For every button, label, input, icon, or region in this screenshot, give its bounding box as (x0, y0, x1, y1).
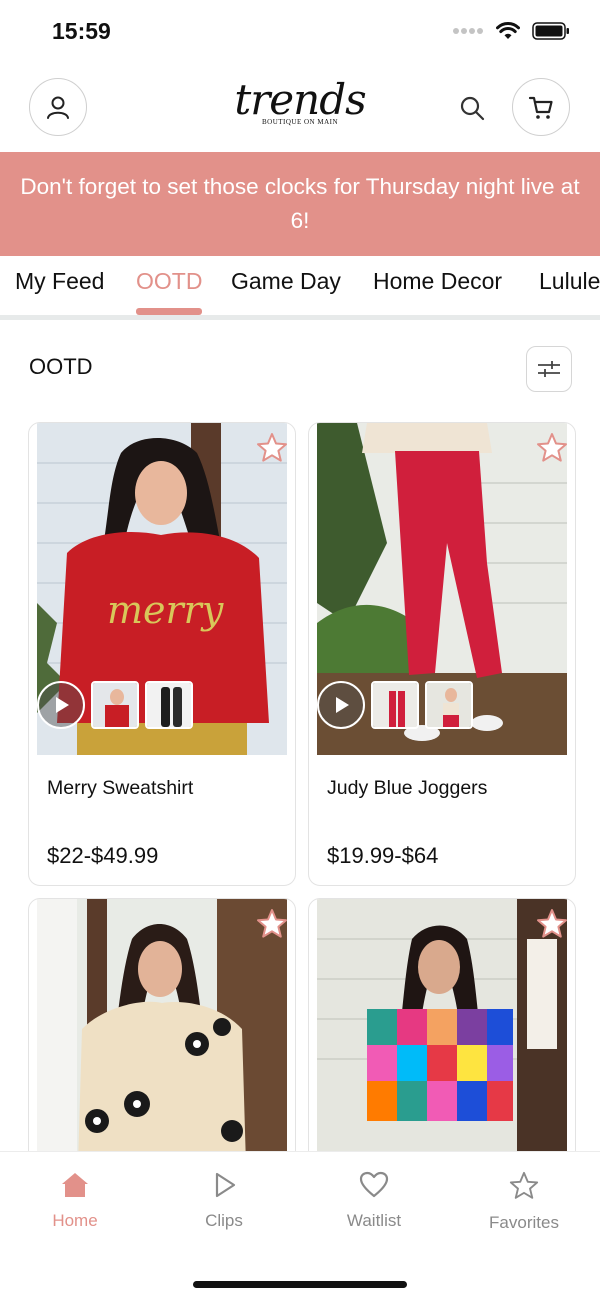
favorite-star-icon[interactable] (255, 907, 289, 941)
product-name: Judy Blue Joggers (327, 777, 488, 799)
brand-logo[interactable]: trends BOUTIQUE ON MAIN (230, 78, 370, 142)
thumbnail-image[interactable] (91, 681, 139, 729)
logo-wordmark: trends (234, 75, 366, 124)
tabbar-waitlist[interactable]: Waitlist (319, 1170, 429, 1231)
thumbnail-image[interactable] (145, 681, 193, 729)
thumbnail-image[interactable] (371, 681, 419, 729)
sliders-icon (538, 361, 560, 377)
status-time: 15:59 (52, 18, 111, 44)
tabbar-label: Clips (205, 1211, 243, 1230)
product-price: $22-$49.99 (47, 843, 159, 868)
tabbar-label: Home (52, 1211, 98, 1230)
tab-home-decor[interactable]: Home Decor (373, 268, 502, 295)
svg-text:merry: merry (107, 588, 224, 632)
filter-button[interactable] (526, 346, 572, 392)
tab-game-day[interactable]: Game Day (231, 268, 341, 295)
active-tab-indicator (136, 308, 202, 315)
announcement-banner: Don't forget to set those clocks for Thu… (0, 152, 600, 256)
tab-ootd[interactable]: OOTD (136, 268, 202, 295)
account-button[interactable] (29, 78, 87, 136)
cart-button[interactable] (512, 78, 570, 136)
wifi-icon (496, 22, 520, 39)
tabbar-favorites[interactable]: Favorites (469, 1170, 579, 1233)
thumbnail-image[interactable] (425, 681, 473, 729)
play-icon (56, 697, 69, 713)
play-icon (336, 697, 349, 713)
status-icons (452, 22, 570, 40)
search-icon (460, 96, 485, 121)
play-icon (215, 1172, 236, 1198)
user-icon (47, 96, 69, 119)
play-video-button[interactable] (37, 681, 85, 729)
tabbar-home[interactable]: Home (20, 1170, 130, 1231)
section-title: OOTD (29, 354, 93, 379)
tab-my-feed[interactable]: My Feed (15, 268, 104, 295)
category-tabs: My Feed OOTD Game Day Home Decor Lululem… (0, 256, 600, 320)
heart-icon (359, 1171, 389, 1198)
app-header: trends BOUTIQUE ON MAIN (0, 64, 600, 152)
media-thumbnails (317, 681, 473, 729)
product-card[interactable]: merry Merry Sweatshirt $22-$49.99 (28, 422, 296, 886)
product-price: $19.99-$64 (327, 843, 439, 868)
star-icon (509, 1171, 539, 1199)
home-indicator (193, 1281, 407, 1288)
battery-icon (532, 22, 569, 40)
favorite-star-icon[interactable] (255, 431, 289, 465)
play-video-button[interactable] (317, 681, 365, 729)
favorite-star-icon[interactable] (535, 431, 569, 465)
status-bar: 15:59 (0, 0, 600, 64)
product-card[interactable]: Judy Blue Joggers $19.99-$64 (308, 422, 576, 886)
cart-icon (528, 96, 553, 119)
product-name: Merry Sweatshirt (47, 777, 194, 799)
tabbar-label: Favorites (489, 1213, 559, 1232)
tab-lululemon[interactable]: Lululemon (539, 268, 600, 295)
search-button[interactable] (452, 88, 492, 128)
favorite-star-icon[interactable] (535, 907, 569, 941)
bottom-tab-bar: Home Clips Waitlist Favorites (0, 1151, 600, 1299)
home-icon (62, 1173, 88, 1197)
banner-text: Don't forget to set those clocks for Thu… (20, 174, 580, 233)
tabbar-label: Waitlist (346, 1211, 402, 1230)
signal-dots-icon (453, 28, 483, 34)
tabbar-clips[interactable]: Clips (169, 1170, 279, 1231)
media-thumbnails (37, 681, 193, 729)
